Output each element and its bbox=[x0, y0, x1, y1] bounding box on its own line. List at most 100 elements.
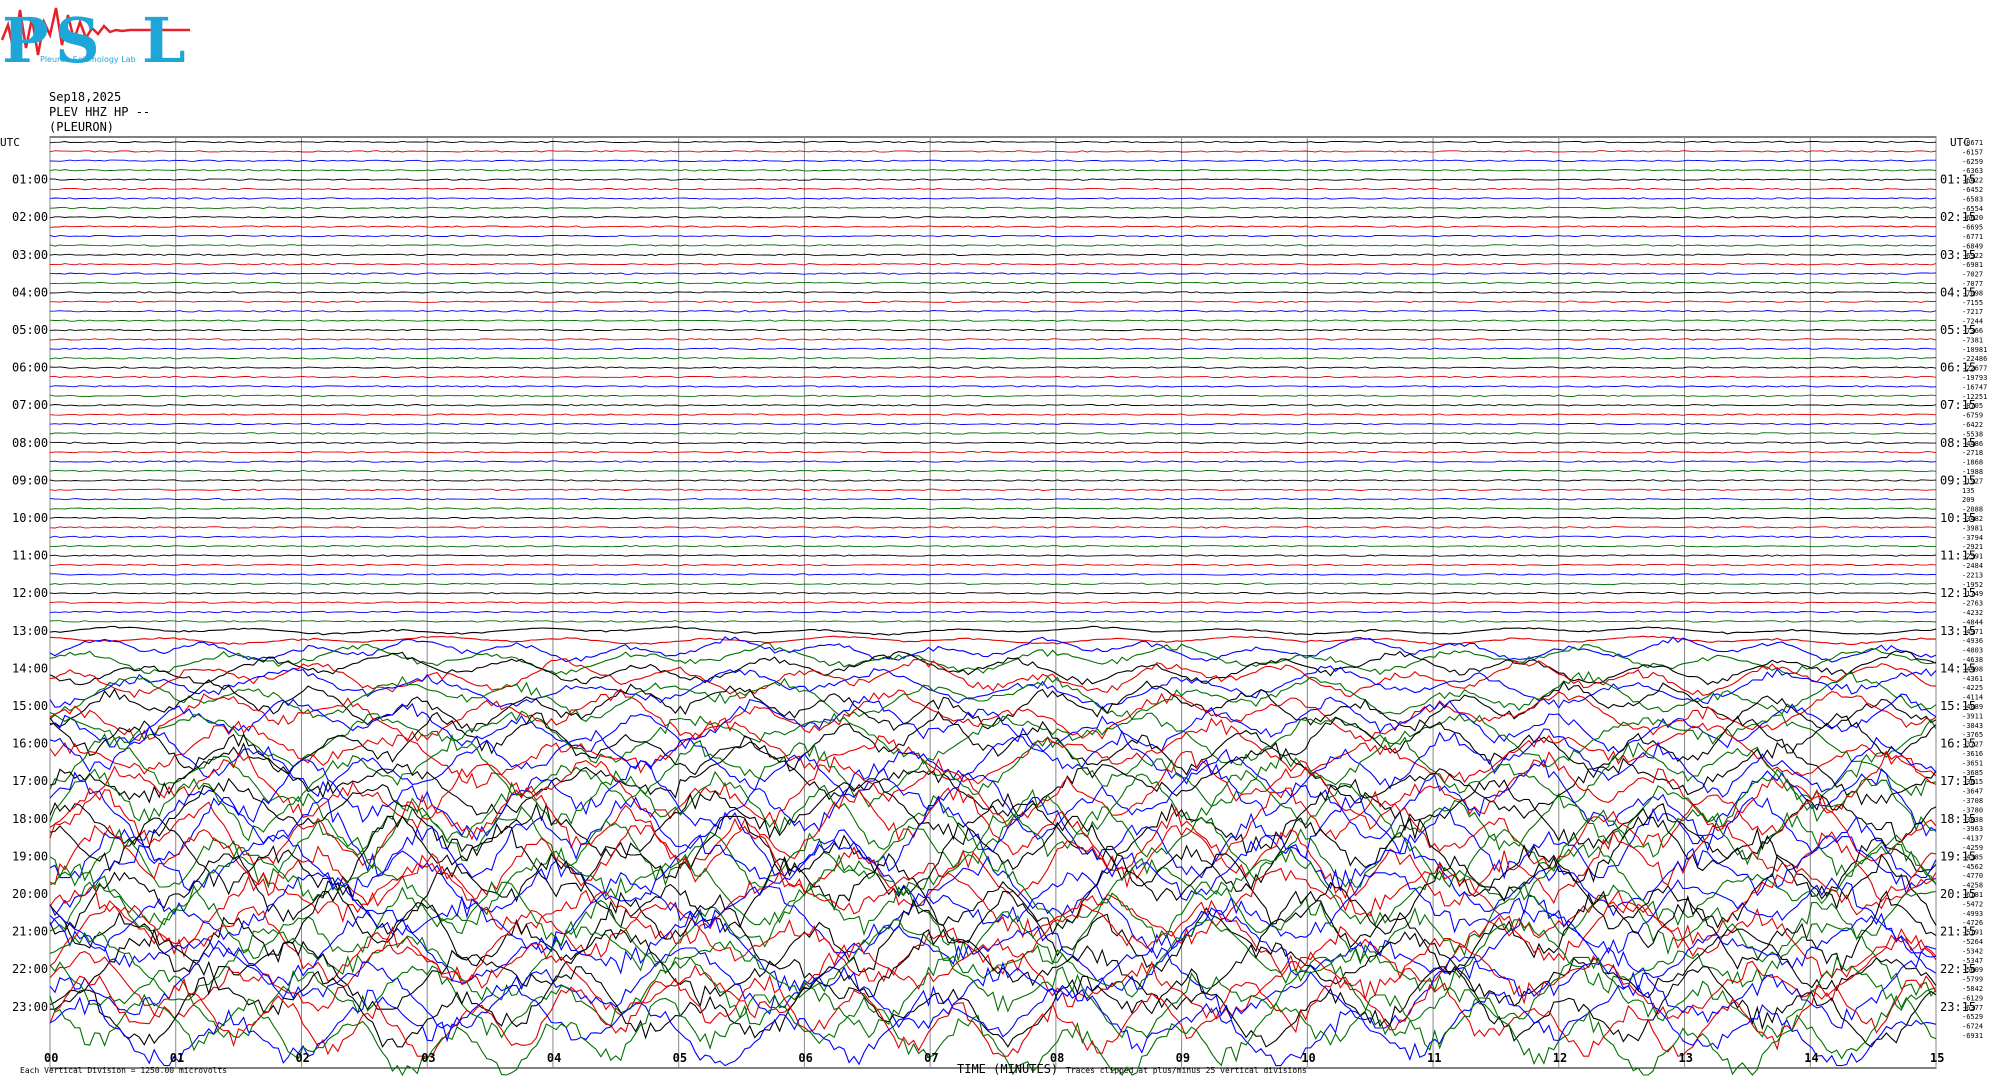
seismic-trace bbox=[49, 750, 1937, 832]
seismic-trace bbox=[49, 592, 1937, 595]
left-hour-label: 08:00 bbox=[12, 436, 48, 450]
offset-label: -4225 bbox=[1962, 684, 1983, 692]
left-hour-label: 14:00 bbox=[12, 661, 48, 675]
offset-label: -7381 bbox=[1962, 336, 1983, 344]
x-tick-label: 09 bbox=[1176, 1051, 1190, 1065]
x-tick-label: 15 bbox=[1930, 1051, 1944, 1065]
offset-label: -12251 bbox=[1962, 393, 1987, 401]
logo-letter-l: L bbox=[142, 4, 186, 77]
line-offset-labels: -8671-6157-6259-6363-6422-6452-6583-6554… bbox=[1962, 139, 1987, 1040]
seismic-trace bbox=[49, 187, 1937, 191]
offset-label: -5347 bbox=[1962, 957, 1983, 965]
x-tick-label: 00 bbox=[44, 1051, 58, 1065]
seismic-trace bbox=[49, 582, 1937, 585]
offset-label: -1952 bbox=[1962, 581, 1983, 589]
seismic-trace bbox=[49, 777, 1937, 860]
seismic-trace bbox=[49, 385, 1937, 388]
left-hour-label: 05:00 bbox=[12, 323, 48, 337]
offset-label: -3981 bbox=[1962, 524, 1983, 532]
seismic-trace bbox=[49, 432, 1937, 435]
seismic-trace bbox=[49, 216, 1937, 219]
helicorder-chart: P S L Pleuron Seismology Lab Sep18,2025 … bbox=[0, 4, 1987, 1077]
seismic-trace bbox=[49, 319, 1937, 322]
seismic-trace bbox=[49, 688, 1937, 743]
offset-label: -7027 bbox=[1962, 271, 1983, 279]
offset-label: -4385 bbox=[1962, 853, 1983, 861]
record-date: Sep18,2025 bbox=[49, 90, 121, 104]
offset-label: -6452 bbox=[1962, 186, 1983, 194]
seismic-trace bbox=[49, 488, 1936, 491]
offset-label: -2591 bbox=[1962, 553, 1983, 561]
seismic-trace bbox=[49, 625, 1937, 636]
seismic-trace bbox=[49, 805, 1937, 889]
offset-label: -6259 bbox=[1962, 158, 1983, 166]
left-hour-label: 12:00 bbox=[12, 586, 48, 600]
trace-lines bbox=[49, 140, 1937, 1077]
seismic-trace bbox=[49, 460, 1937, 463]
seismic-trace bbox=[49, 441, 1936, 444]
left-hour-label: 13:00 bbox=[12, 624, 48, 638]
offset-label: -2921 bbox=[1962, 543, 1983, 551]
x-tick-label: 02 bbox=[295, 1051, 309, 1065]
offset-label: -6377 bbox=[1962, 1004, 1983, 1012]
offset-label: -5342 bbox=[1962, 947, 1983, 955]
seismic-trace bbox=[49, 563, 1937, 567]
left-hour-label: 10:00 bbox=[12, 511, 48, 525]
logo-subtext: Pleuron Seismology Lab bbox=[40, 55, 136, 64]
x-axis-title: TIME (MINUTES) bbox=[957, 1062, 1058, 1076]
left-hour-label: 17:00 bbox=[12, 774, 48, 788]
offset-label: -2718 bbox=[1962, 449, 1983, 457]
offset-label: -7155 bbox=[1962, 299, 1983, 307]
seismic-trace bbox=[49, 919, 1937, 1002]
left-hour-label: 02:00 bbox=[12, 210, 48, 224]
seismic-trace bbox=[49, 650, 1937, 686]
offset-label: -6363 bbox=[1962, 167, 1983, 175]
offset-label: 135 bbox=[1962, 487, 1975, 495]
seismic-trace bbox=[49, 545, 1936, 548]
offset-label: -8671 bbox=[1962, 139, 1983, 147]
offset-label: -3685 bbox=[1962, 769, 1983, 777]
offset-label: -6981 bbox=[1962, 261, 1983, 269]
seismic-trace bbox=[50, 573, 1937, 576]
x-tick-label: 11 bbox=[1427, 1051, 1441, 1065]
offset-label: -6922 bbox=[1962, 252, 1983, 260]
seismic-trace bbox=[49, 498, 1937, 501]
offset-label: -2484 bbox=[1962, 562, 1983, 570]
seismic-trace bbox=[49, 451, 1937, 454]
offset-label: -22677 bbox=[1962, 365, 1987, 373]
seismic-trace bbox=[49, 310, 1937, 313]
offset-label: -4971 bbox=[1962, 628, 1983, 636]
left-hour-label: 11:00 bbox=[12, 549, 48, 563]
offset-label: -5191 bbox=[1962, 929, 1983, 937]
left-hour-label: 06:00 bbox=[12, 361, 48, 375]
seismic-trace bbox=[49, 225, 1936, 228]
offset-label: -7217 bbox=[1962, 308, 1983, 316]
offset-label: -4638 bbox=[1962, 656, 1983, 664]
seismic-trace bbox=[49, 469, 1937, 473]
seismic-trace bbox=[49, 150, 1937, 153]
offset-label: -5609 bbox=[1962, 966, 1983, 974]
offset-label: -6931 bbox=[1962, 1032, 1983, 1040]
offset-label: -2213 bbox=[1962, 571, 1983, 579]
seismic-trace bbox=[49, 197, 1937, 200]
psl-logo: P S L Pleuron Seismology Lab bbox=[0, 4, 190, 77]
offset-label: -4259 bbox=[1962, 844, 1983, 852]
offset-label: -3780 bbox=[1962, 806, 1983, 814]
channel-id: PLEV HHZ HP -- bbox=[49, 105, 150, 119]
x-tick-label: 13 bbox=[1679, 1051, 1693, 1065]
offset-label: -4562 bbox=[1962, 863, 1983, 871]
seismic-trace bbox=[49, 422, 1937, 426]
seismic-trace bbox=[49, 890, 1937, 973]
seismic-trace bbox=[49, 635, 1937, 646]
offset-label: -4089 bbox=[1962, 703, 1983, 711]
offset-label: -6554 bbox=[1962, 205, 1983, 213]
left-hour-label: 03:00 bbox=[12, 248, 48, 262]
offset-label: -6583 bbox=[1962, 195, 1983, 203]
offset-label: -4993 bbox=[1962, 910, 1983, 918]
offset-label: -2763 bbox=[1962, 600, 1983, 608]
offset-label: -3963 bbox=[1962, 825, 1983, 833]
seismic-trace bbox=[49, 693, 1937, 754]
offset-label: -6181 bbox=[1962, 891, 1983, 899]
seismic-trace bbox=[49, 610, 1937, 614]
offset-label: -7098 bbox=[1962, 289, 1983, 297]
